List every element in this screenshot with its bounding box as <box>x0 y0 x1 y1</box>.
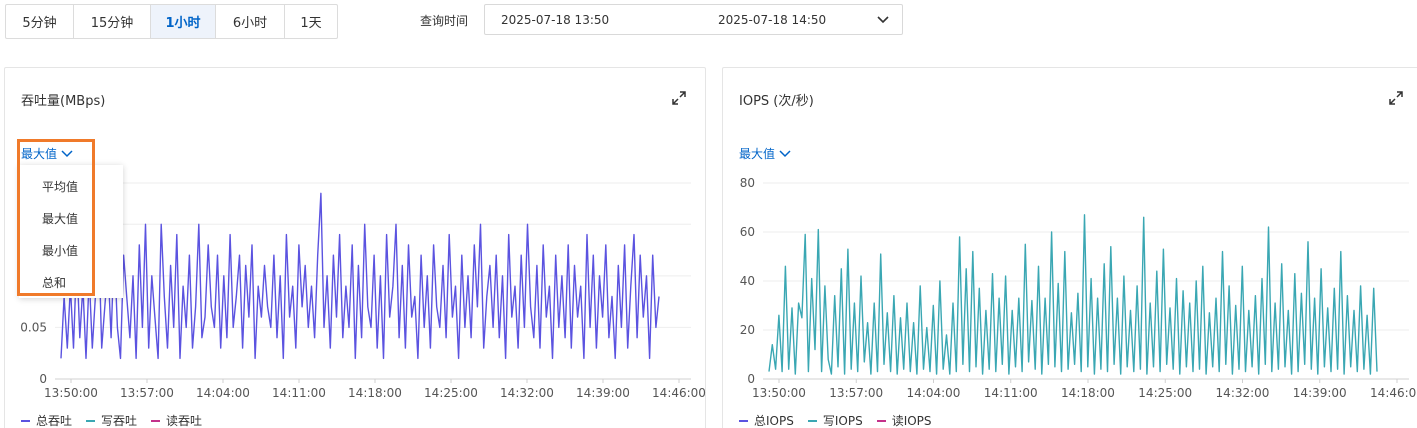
aggregation-option-max[interactable]: 最大值 <box>19 203 123 235</box>
x-tick-label: 14:32:00 <box>1216 386 1270 400</box>
legend-item-write[interactable]: 写IOPS <box>807 412 863 428</box>
range-6h-button[interactable]: 6小时 <box>215 4 285 39</box>
x-tick-label: 14:39:00 <box>1293 386 1347 400</box>
x-tick-label: 13:50:00 <box>44 386 98 400</box>
legend-item-read[interactable]: 读IOPS <box>876 412 932 428</box>
y-tick-label: 0 <box>39 372 47 386</box>
y-tick-label: 0 <box>747 372 755 386</box>
x-tick-label: 14:18:00 <box>1061 386 1115 400</box>
query-time-end: 2025-07-18 14:50 <box>718 12 827 27</box>
iops-chart: 0 20 40 60 80 13:50:00 13:57:00 14:04:00 14:11:0… <box>740 176 1417 400</box>
legend-item-read[interactable]: 读吞吐 <box>151 412 202 428</box>
x-tick-label: 14:04:00 <box>907 386 961 400</box>
x-tick-label: 13:50:00 <box>752 386 806 400</box>
query-time-label: 查询时间 <box>420 14 469 28</box>
y-tick-label: 40 <box>740 274 755 288</box>
y-tick-label: 60 <box>740 225 755 239</box>
x-tick-label: 13:57:00 <box>120 386 174 400</box>
range-15min-button[interactable]: 15分钟 <box>73 4 151 39</box>
legend-label: 写吞吐 <box>101 414 138 428</box>
series-line <box>768 214 1378 375</box>
iops-legend: 总IOPS 写IOPS 读IOPS <box>739 412 946 428</box>
x-tick-label: 14:46:00 <box>652 386 706 400</box>
x-tick-label: 14:11:00 <box>272 386 326 400</box>
time-range-segment: 5分钟 15分钟 1小时 6小时 1天 <box>5 4 338 39</box>
x-tick-label: 14:25:00 <box>424 386 478 400</box>
legend-item-total[interactable]: 总IOPS <box>739 412 794 428</box>
x-tick-label: 14:18:00 <box>348 386 402 400</box>
x-tick-label: 14:25:00 <box>1138 386 1192 400</box>
chevron-down-icon <box>877 16 889 24</box>
range-1d-button[interactable]: 1天 <box>284 4 338 39</box>
throughput-legend: 总吞吐 写吞吐 读吞吐 <box>21 412 216 428</box>
aggregation-dropdown-menu: 平均值 最大值 最小值 总和 <box>19 165 123 298</box>
x-tick-label: 14:32:00 <box>500 386 554 400</box>
range-1h-button[interactable]: 1小时 <box>150 4 216 39</box>
iops-panel: IOPS (次/秒) 最大值 0 20 40 60 80 13:50:00 13:57:00… <box>722 67 1417 428</box>
x-tick-label: 14:39:00 <box>576 386 630 400</box>
legend-label: 总IOPS <box>754 414 794 428</box>
range-5min-button[interactable]: 5分钟 <box>5 4 74 39</box>
legend-label: 写IOPS <box>822 414 863 428</box>
throughput-panel: 吞吐量(MBps) 最大值 平均值 最大值 最小值 总和 0.05 0 13:50:… <box>4 67 706 428</box>
x-tick-label: 14:04:00 <box>196 386 250 400</box>
legend-label: 总吞吐 <box>36 414 73 428</box>
query-time-picker[interactable]: 2025-07-18 13:50 2025-07-18 14:50 <box>484 4 903 35</box>
legend-label: 读IOPS <box>891 414 932 428</box>
x-tick-label: 14:46:00 <box>1370 386 1417 400</box>
query-time-start: 2025-07-18 13:50 <box>501 12 610 27</box>
legend-label: 读吞吐 <box>166 414 203 428</box>
x-tick-label: 14:11:00 <box>984 386 1038 400</box>
aggregation-option-average[interactable]: 平均值 <box>19 171 123 203</box>
x-tick-label: 13:57:00 <box>829 386 883 400</box>
aggregation-option-min[interactable]: 最小值 <box>19 235 123 267</box>
legend-item-write[interactable]: 写吞吐 <box>86 412 137 428</box>
aggregation-option-sum[interactable]: 总和 <box>19 267 123 299</box>
y-tick-label: 20 <box>740 323 755 337</box>
legend-item-total[interactable]: 总吞吐 <box>21 412 72 428</box>
y-tick-label: 80 <box>740 176 755 190</box>
y-tick-label: 0.05 <box>20 320 47 334</box>
